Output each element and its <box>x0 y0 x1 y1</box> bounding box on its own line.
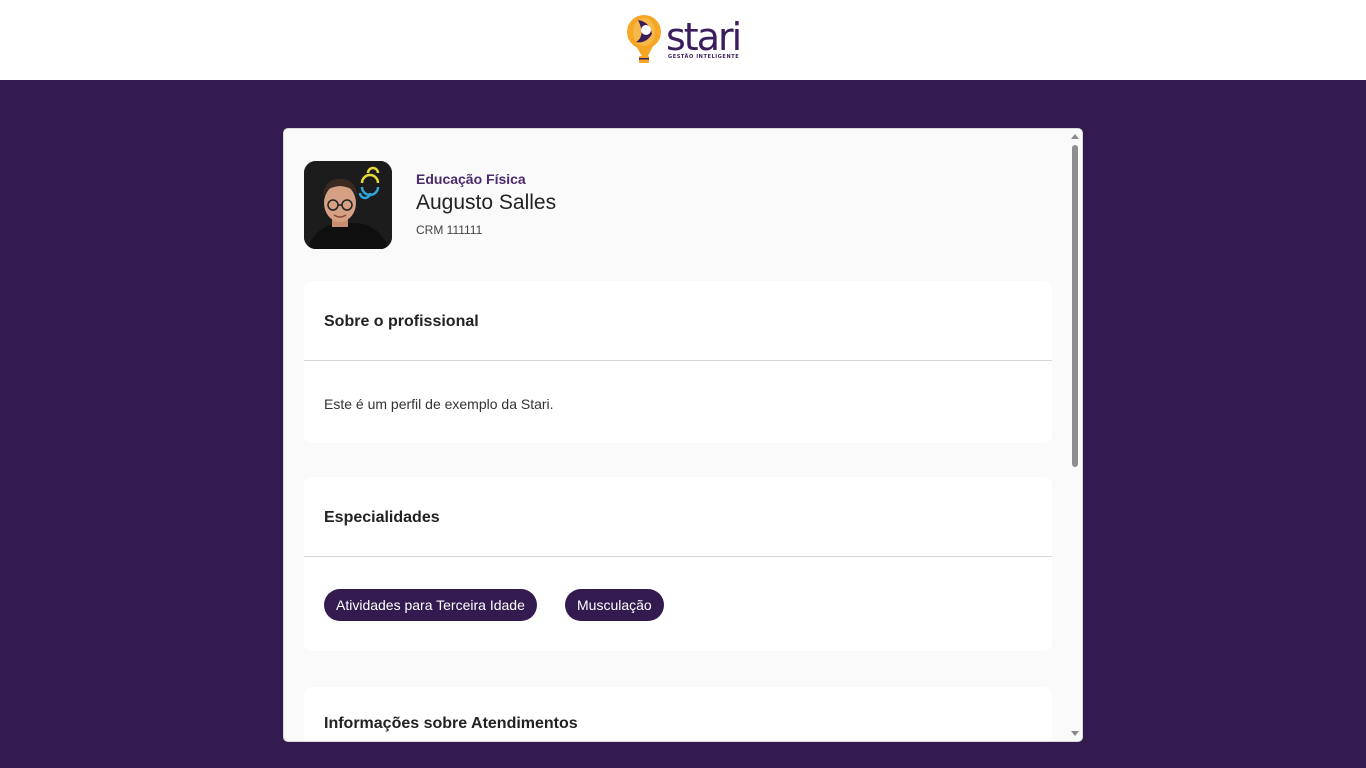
profession-label: Educação Física <box>416 171 526 187</box>
specialty-chip[interactable]: Atividades para Terceira Idade <box>324 589 537 621</box>
person-photo-icon <box>304 161 392 249</box>
about-text: Este é um perfil de exemplo da Stari. <box>324 396 554 412</box>
profile-header: Educação Física Augusto Salles CRM 11111… <box>304 161 1004 251</box>
appointments-card: Informações sobre Atendimentos <box>304 687 1052 741</box>
stari-logo[interactable]: stari GESTÃO INTELIGENTE <box>626 14 742 66</box>
specialties-card: Especialidades Atividades para Terceira … <box>304 477 1052 651</box>
crm-number: CRM 111111 <box>416 223 483 237</box>
specialty-chip[interactable]: Musculação <box>565 589 664 621</box>
logo-tagline: GESTÃO INTELIGENTE <box>668 54 740 60</box>
scroll-thumb[interactable] <box>1072 145 1078 467</box>
profile-panel: Educação Física Augusto Salles CRM 11111… <box>283 128 1083 742</box>
avatar <box>304 161 392 249</box>
top-header: stari GESTÃO INTELIGENTE <box>0 0 1366 80</box>
balloon-icon <box>627 15 661 63</box>
professional-name: Augusto Salles <box>416 191 557 214</box>
scrollbar[interactable] <box>1068 129 1082 741</box>
scroll-up-arrow-icon[interactable] <box>1071 134 1079 139</box>
about-divider <box>304 360 1052 361</box>
logo-wordmark: stari <box>666 15 742 59</box>
about-title: Sobre o profissional <box>324 313 479 330</box>
specialties-title: Especialidades <box>324 509 440 526</box>
about-card: Sobre o profissional Este é um perfil de… <box>304 281 1052 443</box>
scroll-down-arrow-icon[interactable] <box>1071 731 1079 736</box>
appointments-title: Informações sobre Atendimentos <box>324 715 578 732</box>
specialties-divider <box>304 556 1052 557</box>
